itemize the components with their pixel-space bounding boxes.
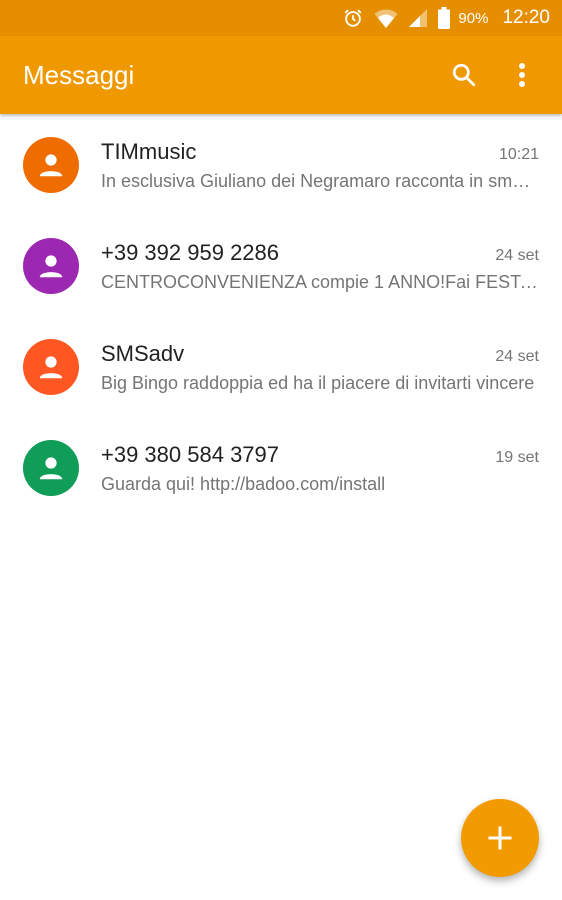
search-icon: [451, 62, 477, 88]
search-button[interactable]: [442, 53, 486, 97]
more-vert-icon: [518, 62, 526, 88]
conversation-item[interactable]: +39 380 584 3797 19 set Guarda qui! http…: [0, 418, 562, 519]
avatar: [23, 440, 79, 496]
new-message-button[interactable]: [461, 799, 539, 877]
status-bar: 90% 12:20: [0, 0, 562, 36]
conversation-list: TIMmusic 10:21 In esclusiva Giuliano dei…: [0, 115, 562, 519]
app-bar: Messaggi: [0, 36, 562, 114]
conversation-date: 24 set: [495, 348, 539, 365]
status-clock: 12:20: [502, 7, 550, 28]
avatar: [23, 137, 79, 193]
wifi-icon: [374, 7, 398, 29]
more-options-button[interactable]: [500, 53, 544, 97]
plus-icon: [488, 826, 512, 850]
person-icon: [36, 150, 66, 180]
conversation-snippet: CENTROCONVENIENZA compie 1 ANNO!Fai FEST…: [101, 272, 539, 292]
person-icon: [36, 251, 66, 281]
conversation-sender: TIMmusic: [101, 139, 197, 164]
conversation-snippet: In esclusiva Giuliano dei Negramaro racc…: [101, 171, 539, 191]
avatar: [23, 238, 79, 294]
person-icon: [36, 453, 66, 483]
conversation-date: 10:21: [498, 146, 539, 163]
conversation-item[interactable]: +39 392 959 2286 24 set CENTROCONVENIENZ…: [0, 216, 562, 317]
avatar: [23, 339, 79, 395]
conversation-sender: +39 392 959 2286: [101, 240, 280, 265]
person-icon: [36, 352, 66, 382]
battery-level: 90%: [458, 9, 489, 27]
signal-icon: [408, 8, 428, 28]
conversation-item[interactable]: TIMmusic 10:21 In esclusiva Giuliano dei…: [0, 115, 562, 216]
conversation-sender: SMSadv: [101, 341, 185, 366]
conversation-date: 19 set: [495, 449, 539, 466]
conversation-snippet: Big Bingo raddoppia ed ha il piacere di …: [101, 373, 535, 393]
conversation-date: 24 set: [495, 247, 539, 264]
conversation-item[interactable]: SMSadv 24 set Big Bingo raddoppia ed ha …: [0, 317, 562, 418]
conversation-sender: +39 380 584 3797: [101, 442, 280, 467]
alarm-icon: [342, 7, 364, 29]
conversation-snippet: Guarda qui! http://badoo.com/install: [101, 474, 386, 494]
battery-icon: [438, 7, 451, 29]
app-title: Messaggi: [23, 59, 135, 90]
